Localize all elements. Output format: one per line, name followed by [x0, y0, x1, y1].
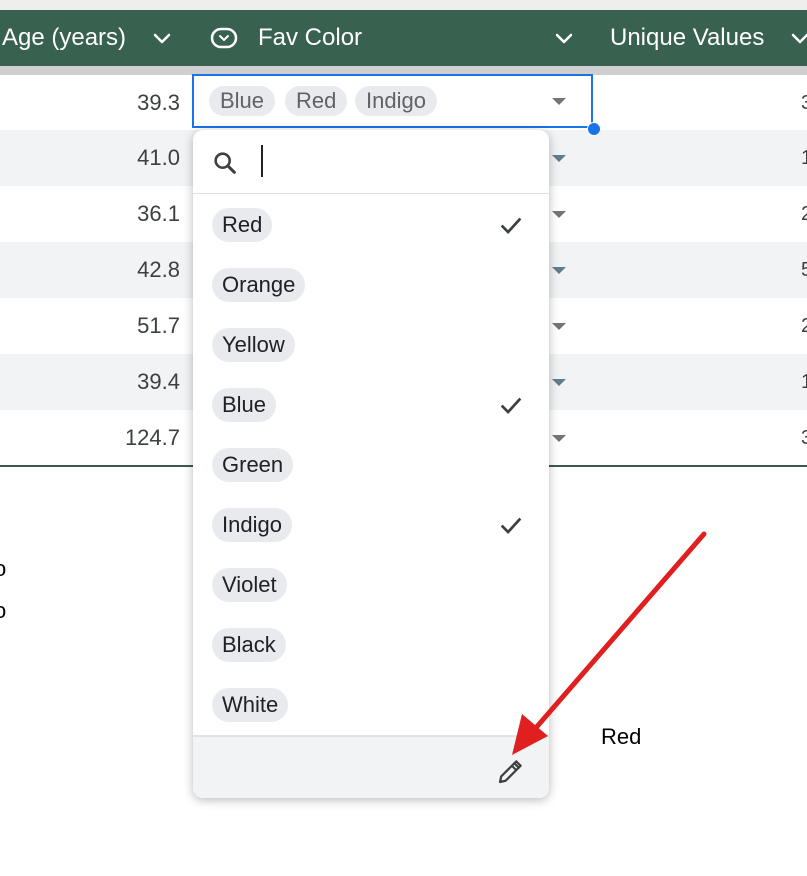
option-chip: Orange	[212, 268, 306, 302]
dropdown-option-orange[interactable]: Orange	[193, 255, 549, 315]
option-chip: Red	[212, 208, 273, 242]
cell-text-fragment: o	[0, 598, 7, 623]
dropdown-arrow-icon[interactable]	[552, 267, 566, 274]
dropdown-search[interactable]	[193, 130, 549, 194]
selected-chip[interactable]: Blue	[209, 86, 276, 116]
dropdown-arrow-icon[interactable]	[552, 98, 566, 105]
option-chip: Black	[212, 628, 286, 662]
pencil-icon[interactable]	[495, 757, 525, 787]
option-chip: White	[212, 688, 289, 722]
age-cell[interactable]: 124.7	[0, 410, 180, 466]
check-icon	[500, 397, 522, 414]
dropdown-option-black[interactable]: Black	[193, 615, 549, 675]
unique-cell[interactable]: 5	[801, 242, 807, 298]
column-header-row: Age (years) Fav Color Unique Values	[0, 10, 807, 66]
dropdown-arrow-icon[interactable]	[552, 379, 566, 386]
unique-cell[interactable]: 1	[801, 354, 807, 410]
cell-value-text[interactable]: Red	[601, 724, 641, 750]
age-cell[interactable]: 42.8	[0, 242, 180, 298]
chip-dropdown-menu: Red Orange Yellow Blue Green Indigo Viol…	[193, 130, 549, 798]
option-chip: Violet	[212, 568, 287, 602]
dropdown-arrow-icon[interactable]	[552, 211, 566, 218]
unique-cell[interactable]: 2	[801, 298, 807, 354]
option-chip: Yellow	[212, 328, 295, 362]
age-cell[interactable]: 39.4	[0, 354, 180, 410]
dropdown-option-red[interactable]: Red	[193, 195, 549, 255]
header-unique-values[interactable]: Unique Values	[590, 10, 807, 66]
age-cell[interactable]: 36.1	[0, 186, 180, 242]
header-age-label: Age (years)	[2, 24, 127, 51]
dropdown-option-yellow[interactable]: Yellow	[193, 315, 549, 375]
header-age[interactable]: Age (years)	[0, 10, 190, 66]
check-icon	[500, 217, 522, 234]
option-chip: Indigo	[212, 508, 292, 542]
unique-cell[interactable]: 3	[801, 75, 807, 131]
unique-cell[interactable]: 3	[801, 410, 807, 466]
selected-chip[interactable]: Indigo	[355, 86, 437, 116]
dropdown-option-indigo[interactable]: Indigo	[193, 495, 549, 555]
age-cell[interactable]: 41.0	[0, 130, 180, 186]
chevron-down-icon[interactable]	[788, 26, 807, 50]
dropdown-chip-icon	[210, 27, 238, 49]
dropdown-option-violet[interactable]: Violet	[193, 555, 549, 615]
age-cell[interactable]: 51.7	[0, 298, 180, 354]
unique-cell[interactable]: 2	[801, 186, 807, 242]
header-unique-label: Unique Values	[610, 24, 765, 51]
dropdown-footer	[193, 735, 549, 798]
header-fav-color-label: Fav Color	[258, 24, 363, 51]
dropdown-arrow-icon[interactable]	[552, 155, 566, 162]
cell-text-fragment: o	[0, 556, 7, 581]
option-chip: Green	[212, 448, 294, 482]
fill-handle[interactable]	[587, 122, 601, 136]
age-cell[interactable]: 39.3	[0, 75, 180, 131]
chevron-down-icon[interactable]	[552, 26, 576, 50]
unique-cell[interactable]: 1	[801, 130, 807, 186]
chevron-down-icon[interactable]	[150, 26, 174, 50]
option-chip: Blue	[212, 388, 277, 422]
dropdown-option-white[interactable]: White	[193, 675, 549, 735]
dropdown-option-blue[interactable]: Blue	[193, 375, 549, 435]
header-fav-color[interactable]: Fav Color	[190, 10, 590, 66]
dropdown-arrow-icon[interactable]	[552, 435, 566, 442]
selected-chip[interactable]: Red	[285, 86, 348, 116]
search-icon	[214, 152, 236, 174]
text-cursor	[261, 145, 263, 177]
check-icon	[500, 517, 522, 534]
dropdown-option-green[interactable]: Green	[193, 435, 549, 495]
dropdown-arrow-icon[interactable]	[552, 323, 566, 330]
toolbar-edge	[0, 0, 807, 10]
